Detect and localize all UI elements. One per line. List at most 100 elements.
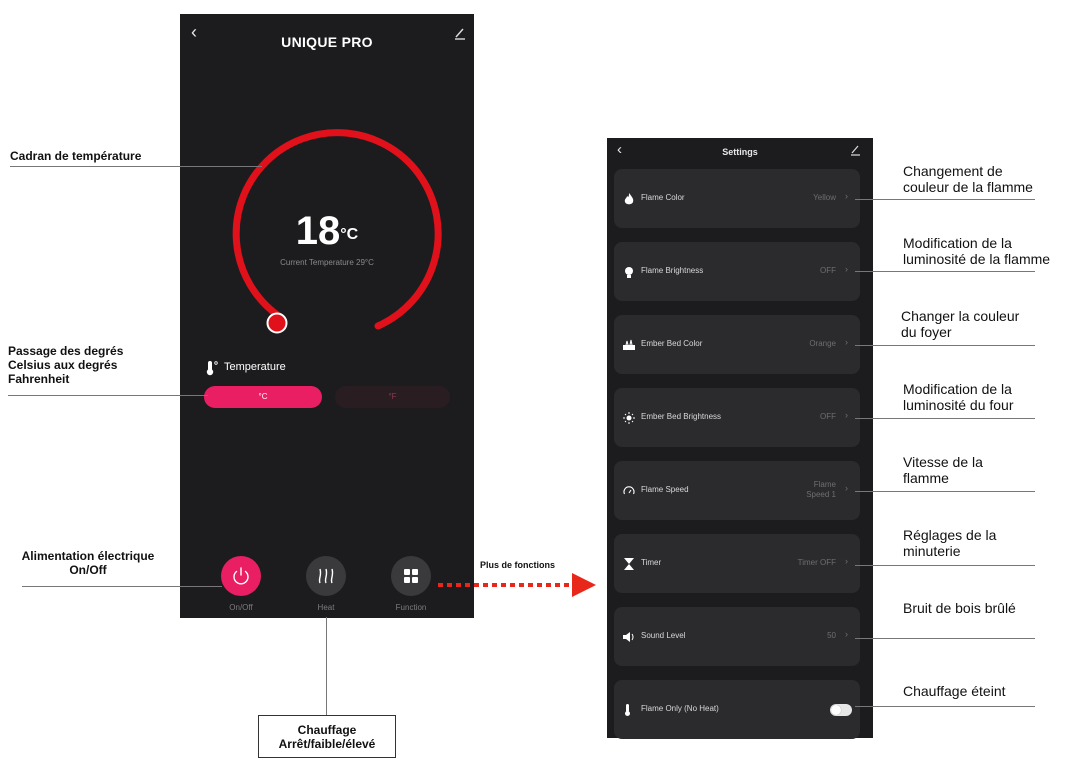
annotation-line2: luminosité du four [903,397,1014,413]
chevron-right-icon: › [845,629,848,639]
settings-title: Settings [722,147,758,157]
set-temperature-value: 18 [295,209,341,253]
leader-line [855,418,1035,419]
setting-row-flame-color[interactable]: Flame Color Yellow › [614,169,860,228]
leader-line [10,166,262,167]
thermometer-icon [625,704,630,716]
main-phone-screen: ‹ UNIQUE PRO 18°C Current Temperature 29… [180,14,474,618]
annotation-line2: minuterie [903,543,961,559]
setting-label: Flame Speed [641,485,689,494]
setting-row-flame-speed[interactable]: Flame Speed Flame Speed 1 › [614,461,860,520]
setting-value-line2: Speed 1 [806,490,836,499]
setting-row-flame-brightness[interactable]: Flame Brightness OFF › [614,242,860,301]
setting-label: Sound Level [641,631,686,640]
annotation-ember-bed-color: Changer la couleur du foyer [901,308,1019,340]
ember-bed-icon [623,339,635,350]
heat-button[interactable] [306,556,346,596]
chevron-right-icon: › [845,264,848,274]
annotation-heat-line2: Arrêt/faible/élevé [278,737,376,751]
chevron-right-icon: › [845,410,848,420]
annotation-units: Passage des degrés Celsius aux degrés Fa… [8,344,123,386]
annotation-line2: du foyer [901,324,952,340]
fahrenheit-button[interactable]: °F [335,386,450,408]
leader-line [855,565,1035,566]
setting-value: Flame Speed 1 [806,480,836,500]
leader-line [326,617,327,715]
annotation-line1: Réglages de la [903,527,997,543]
celsius-button[interactable]: °C [204,386,322,408]
temperature-dial[interactable] [180,14,474,354]
setting-row-sound-level[interactable]: Sound Level 50 › [614,607,860,666]
hourglass-icon [624,558,634,570]
setting-label: Timer [641,558,662,567]
setting-row-ember-bed-brightness[interactable]: Ember Bed Brightness OFF › [614,388,860,447]
annotation-flame-color: Changement de couleur de la flamme [903,163,1033,195]
function-button[interactable] [391,556,431,596]
grid-icon [404,569,418,583]
annotation-line1: Changer la couleur [901,308,1020,324]
annotation-line1: Modification de la [903,235,1012,251]
power-button[interactable] [221,556,261,596]
annotation-heat: Chauffage Arrêt/faible/élevé [258,715,396,758]
setting-row-timer[interactable]: Timer Timer OFF › [614,534,860,593]
annotation-line2: couleur de la flamme [903,179,1033,195]
leader-line [855,638,1035,639]
annotation-heat-line1: Chauffage [297,723,357,737]
setting-value: OFF [820,412,836,421]
setting-value: Yellow [813,193,836,202]
annotation-dial: Cadran de température [10,149,142,163]
setting-label: Flame Brightness [641,266,704,275]
thermometer-icon [206,361,218,376]
flame-only-toggle[interactable] [830,704,852,716]
function-button-label: Function [395,603,427,612]
setting-value: OFF [820,266,836,275]
settings-edit-icon[interactable] [850,144,862,156]
annotation-line1: Modification de la [903,381,1012,397]
annotation-line1: Vitesse de la [903,454,983,470]
chevron-right-icon: › [845,483,848,493]
setting-value: Timer OFF [797,558,836,567]
annotation-power: Alimentation électrique On/Off [2,549,174,577]
chevron-right-icon: › [845,337,848,347]
annotation-sound-level: Bruit de bois brûlé [903,600,1016,616]
setting-value: Orange [809,339,836,348]
annotation-line2: luminosité de la flamme [903,251,1051,267]
chevron-right-icon: › [845,191,848,201]
annotation-timer: Réglages de la minuterie [903,527,996,559]
heat-button-label: Heat [317,603,335,612]
annotation-flame-speed: Vitesse de la flamme [903,454,983,486]
annotation-ember-bed-brightness: Modification de la luminosité du four [903,381,1014,413]
current-temperature: Current Temperature 29°C [280,258,374,267]
leader-line [22,586,222,587]
temperature-section-label: Temperature [224,361,286,373]
leader-line [855,345,1035,346]
leader-line [8,395,208,396]
setting-row-ember-bed-color[interactable]: Ember Bed Color Orange › [614,315,860,374]
annotation-flame-brightness: Modification de la luminosité de la flam… [903,235,1050,267]
leader-line [855,706,1035,707]
power-icon [233,567,249,585]
setting-value: 50 [827,631,836,640]
annotation-units-line3: Fahrenheit [8,372,70,386]
setting-label: Ember Bed Brightness [641,412,722,421]
speaker-icon [623,632,634,642]
flame-icon [624,193,634,205]
annotation-line2: flamme [903,470,949,486]
annotation-power-line1: Alimentation électrique [21,549,155,563]
toggle-knob [831,705,841,715]
annotation-line1: Changement de [903,163,1003,179]
annotation-power-line2: On/Off [69,563,107,577]
setting-value-line1: Flame [813,480,836,489]
annotation-flame-only: Chauffage éteint [903,683,1006,699]
sun-icon [623,412,635,424]
leader-line [855,271,1035,272]
annotation-units-line1: Passage des degrés [8,344,124,358]
setting-label: Ember Bed Color [641,339,703,348]
settings-phone-screen: ‹ Settings Flame Color Yellow › Flame Br… [607,138,873,739]
set-temperature: 18°C [180,209,474,253]
annotation-units-line2: Celsius aux degrés [8,358,118,372]
dial-handle[interactable] [266,312,288,334]
leader-line [855,199,1035,200]
heat-waves-icon [318,568,334,584]
setting-row-flame-only[interactable]: Flame Only (No Heat) [614,680,860,739]
